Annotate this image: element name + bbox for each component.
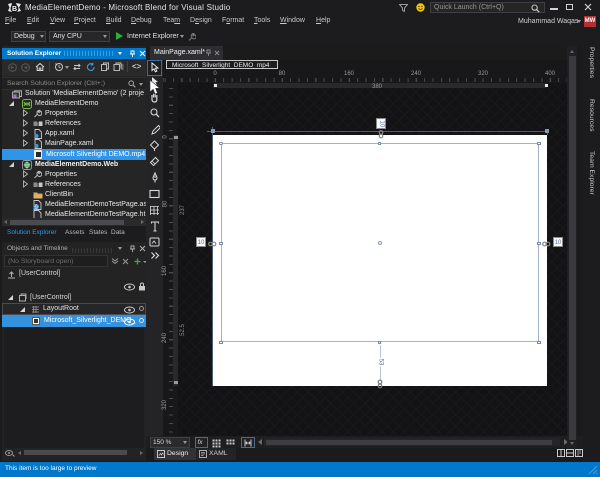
svg-text:B: B: [12, 6, 17, 13]
